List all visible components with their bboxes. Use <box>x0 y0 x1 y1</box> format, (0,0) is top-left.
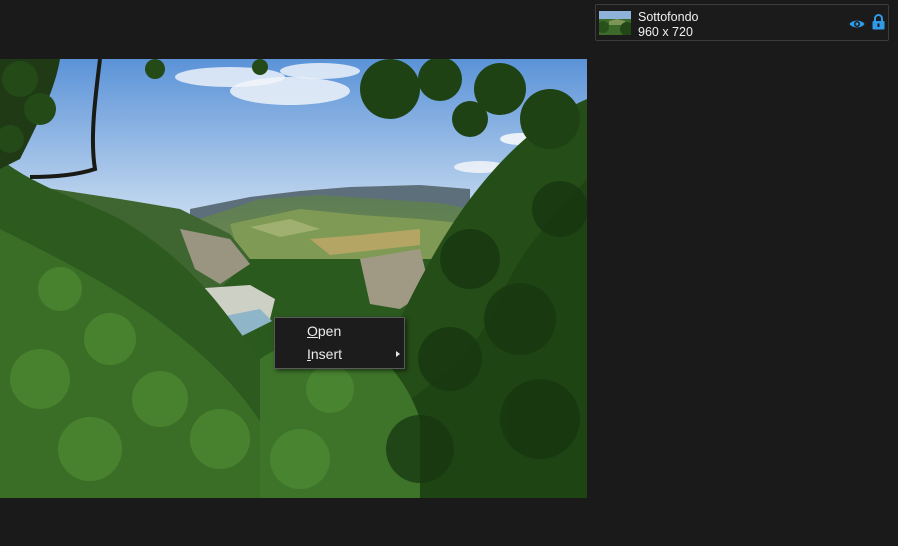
submenu-arrow-icon <box>396 351 400 357</box>
image-canvas[interactable] <box>0 59 587 498</box>
layer-thumbnail <box>599 11 631 35</box>
eye-icon[interactable] <box>849 17 865 29</box>
context-menu: Open Insert <box>274 317 405 369</box>
menu-item-open[interactable]: Open <box>276 320 403 342</box>
menu-item-insert-label: Insert <box>307 346 343 362</box>
layer-dimensions: 960 x 720 <box>638 25 693 39</box>
layer-name: Sottofondo <box>638 10 699 24</box>
layer-row[interactable]: Sottofondo 960 x 720 <box>595 4 889 41</box>
lock-icon[interactable] <box>872 14 885 30</box>
editor-window: Sottofondo 960 x 720 Open Insert <box>0 0 898 546</box>
menu-item-insert[interactable]: Insert <box>276 343 403 365</box>
menu-item-open-label: Open <box>307 323 342 339</box>
landscape-photo <box>0 59 587 498</box>
